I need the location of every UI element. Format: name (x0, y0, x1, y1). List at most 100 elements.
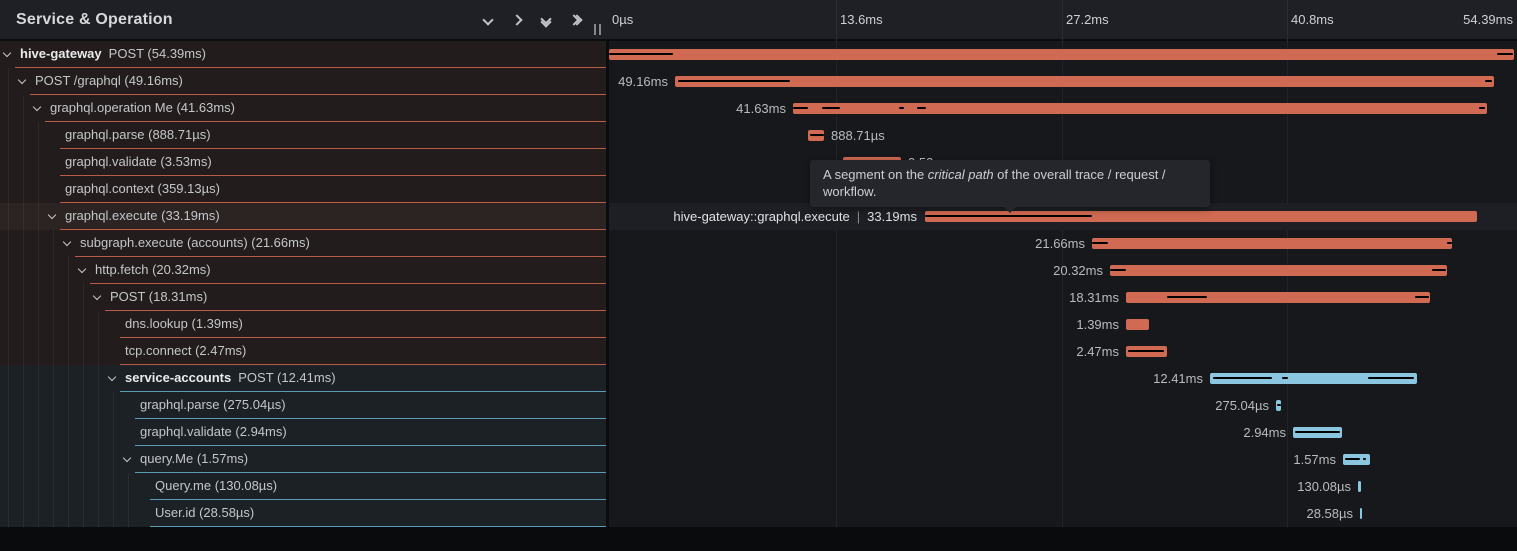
critical-path-segment (1447, 242, 1452, 244)
indent-guide (98, 419, 99, 446)
span-label: query.Me (1.57ms) (140, 446, 248, 472)
critical-path-segment (1415, 296, 1429, 298)
span-name-cell[interactable]: graphql.execute (33.19ms) (0, 203, 606, 230)
operation-name: POST (12.41ms) (238, 370, 335, 385)
indent-guide (53, 419, 54, 446)
span-duration-bar[interactable] (1360, 508, 1362, 519)
indent-guide (53, 392, 54, 419)
indent-guide (8, 68, 9, 95)
column-resize-grip-icon[interactable] (594, 24, 604, 35)
span-row[interactable]: http.fetch (20.32ms)20.32ms (0, 257, 1517, 284)
span-row[interactable]: graphql.context (359.13µs)359.13µs (0, 176, 1517, 203)
critical-path-segment (1213, 377, 1272, 379)
tooltip-arrow (1003, 206, 1017, 213)
span-duration-bar[interactable] (1092, 238, 1452, 249)
span-row[interactable]: subgraph.execute (accounts) (21.66ms)21.… (0, 230, 1517, 257)
indent-guide (83, 338, 84, 365)
indent-guide (98, 473, 99, 500)
span-row[interactable]: tcp.connect (2.47ms)2.47ms (0, 338, 1517, 365)
trace-timeline-view: Service & Operation 0µs13.6ms27.2ms40.8m… (0, 0, 1517, 551)
operation-name: tcp.connect (2.47ms) (125, 343, 246, 358)
span-name-cell[interactable]: graphql.parse (275.04µs) (0, 392, 606, 419)
expand-chevron-icon[interactable] (3, 49, 11, 57)
expand-chevron-icon[interactable] (18, 76, 26, 84)
span-name-cell[interactable]: graphql.validate (3.53ms) (0, 149, 606, 176)
indent-guide (68, 392, 69, 419)
span-row[interactable]: User.id (28.58µs)28.58µs (0, 500, 1517, 527)
expand-chevron-icon[interactable] (78, 265, 86, 273)
expand-chevron-icon[interactable] (108, 373, 116, 381)
operation-name: dns.lookup (1.39ms) (125, 316, 243, 331)
span-row[interactable]: graphql.validate (3.53ms)3.53ms (0, 149, 1517, 176)
critical-path-segment (822, 107, 840, 109)
indent-guide (98, 365, 99, 392)
expand-chevron-icon[interactable] (48, 211, 56, 219)
span-name-cell[interactable]: User.id (28.58µs) (0, 500, 606, 527)
span-duration-label: hive-gateway::graphql.execute|33.19ms (673, 203, 917, 230)
span-label: hive-gatewayPOST (54.39ms) (20, 41, 206, 67)
span-duration-bar[interactable] (609, 49, 1514, 60)
critical-path-segment (1363, 458, 1366, 460)
span-row[interactable]: POST /graphql (49.16ms)49.16ms (0, 68, 1517, 95)
span-name-cell[interactable]: tcp.connect (2.47ms) (0, 338, 606, 365)
span-row[interactable]: POST (18.31ms)18.31ms (0, 284, 1517, 311)
span-label: graphql.execute (33.19ms) (65, 203, 220, 229)
span-duration-bar[interactable] (1110, 265, 1447, 276)
operation-name: POST /graphql (49.16ms) (35, 73, 183, 88)
indent-guide (38, 149, 39, 176)
span-duration-bar[interactable] (793, 103, 1487, 114)
indent-guide (53, 338, 54, 365)
span-name-cell[interactable]: dns.lookup (1.39ms) (0, 311, 606, 338)
span-name-cell[interactable]: query.Me (1.57ms) (0, 446, 606, 473)
expand-chevron-icon[interactable] (63, 238, 71, 246)
span-row[interactable]: Query.me (130.08µs) 130.08µs (0, 473, 1517, 500)
panel-divider[interactable] (606, 0, 609, 527)
critical-path-segment (1345, 458, 1360, 460)
critical-path-segment (1110, 269, 1126, 271)
operation-name: POST (18.31ms) (110, 289, 207, 304)
span-name-cell[interactable]: subgraph.execute (accounts) (21.66ms) (0, 230, 606, 257)
chevron-right-icon[interactable] (505, 8, 529, 32)
span-row[interactable]: graphql.parse (888.71µs)888.71µs (0, 122, 1517, 149)
expand-chevron-icon[interactable] (93, 292, 101, 300)
span-name-cell[interactable]: graphql.context (359.13µs) (0, 176, 606, 203)
span-duration-label: 1.39ms (1076, 311, 1119, 338)
expand-chevron-icon[interactable] (33, 103, 41, 111)
span-row[interactable]: graphql.operation Me (41.63ms)41.63ms (0, 95, 1517, 122)
expand-chevron-icon[interactable] (123, 454, 131, 462)
indent-guide (128, 473, 129, 500)
span-duration-bar[interactable] (1358, 481, 1361, 492)
axis-tick-label: 0µs (612, 0, 633, 39)
span-row[interactable]: service-accountsPOST (12.41ms)12.41ms (0, 365, 1517, 392)
span-name-cell[interactable]: Query.me (130.08µs) (0, 473, 606, 500)
span-row[interactable]: graphql.execute (33.19ms) hive-gateway::g… (0, 203, 1517, 230)
span-label: tcp.connect (2.47ms) (125, 338, 246, 364)
double-chevron-down-icon[interactable] (534, 8, 558, 32)
span-name-cell[interactable]: graphql.validate (2.94ms) (0, 419, 606, 446)
span-name-cell[interactable]: http.fetch (20.32ms) (0, 257, 606, 284)
operation-name: graphql.parse (888.71µs) (65, 127, 211, 142)
indent-guide (23, 446, 24, 473)
span-label: graphql.operation Me (41.63ms) (50, 95, 235, 121)
span-row[interactable]: dns.lookup (1.39ms) 1.39ms (0, 311, 1517, 338)
indent-guide (8, 149, 9, 176)
indent-guide (38, 122, 39, 149)
span-duration-bar[interactable] (1126, 319, 1149, 330)
span-name-cell[interactable]: graphql.operation Me (41.63ms) (0, 95, 606, 122)
span-row[interactable]: query.Me (1.57ms)1.57ms (0, 446, 1517, 473)
span-duration-bar[interactable] (675, 76, 1494, 87)
span-name-cell[interactable]: graphql.parse (888.71µs) (0, 122, 606, 149)
span-name-cell[interactable]: POST (18.31ms) (0, 284, 606, 311)
span-row[interactable]: graphql.validate (2.94ms)2.94ms (0, 419, 1517, 446)
chevron-down-icon[interactable] (476, 8, 500, 32)
operation-name: graphql.validate (2.94ms) (140, 424, 287, 439)
double-chevron-right-icon[interactable] (563, 8, 587, 32)
span-row[interactable]: graphql.parse (275.04µs)275.04µs (0, 392, 1517, 419)
span-duration-label: 130.08µs (1297, 473, 1351, 500)
critical-path-segment (1282, 377, 1288, 379)
span-name-cell[interactable]: hive-gatewayPOST (54.39ms) (0, 41, 606, 68)
span-row[interactable]: hive-gatewayPOST (54.39ms) (0, 41, 1517, 68)
span-name-cell[interactable]: service-accountsPOST (12.41ms) (0, 365, 606, 392)
critical-path-segment (810, 134, 824, 136)
span-name-cell[interactable]: POST /graphql (49.16ms) (0, 68, 606, 95)
